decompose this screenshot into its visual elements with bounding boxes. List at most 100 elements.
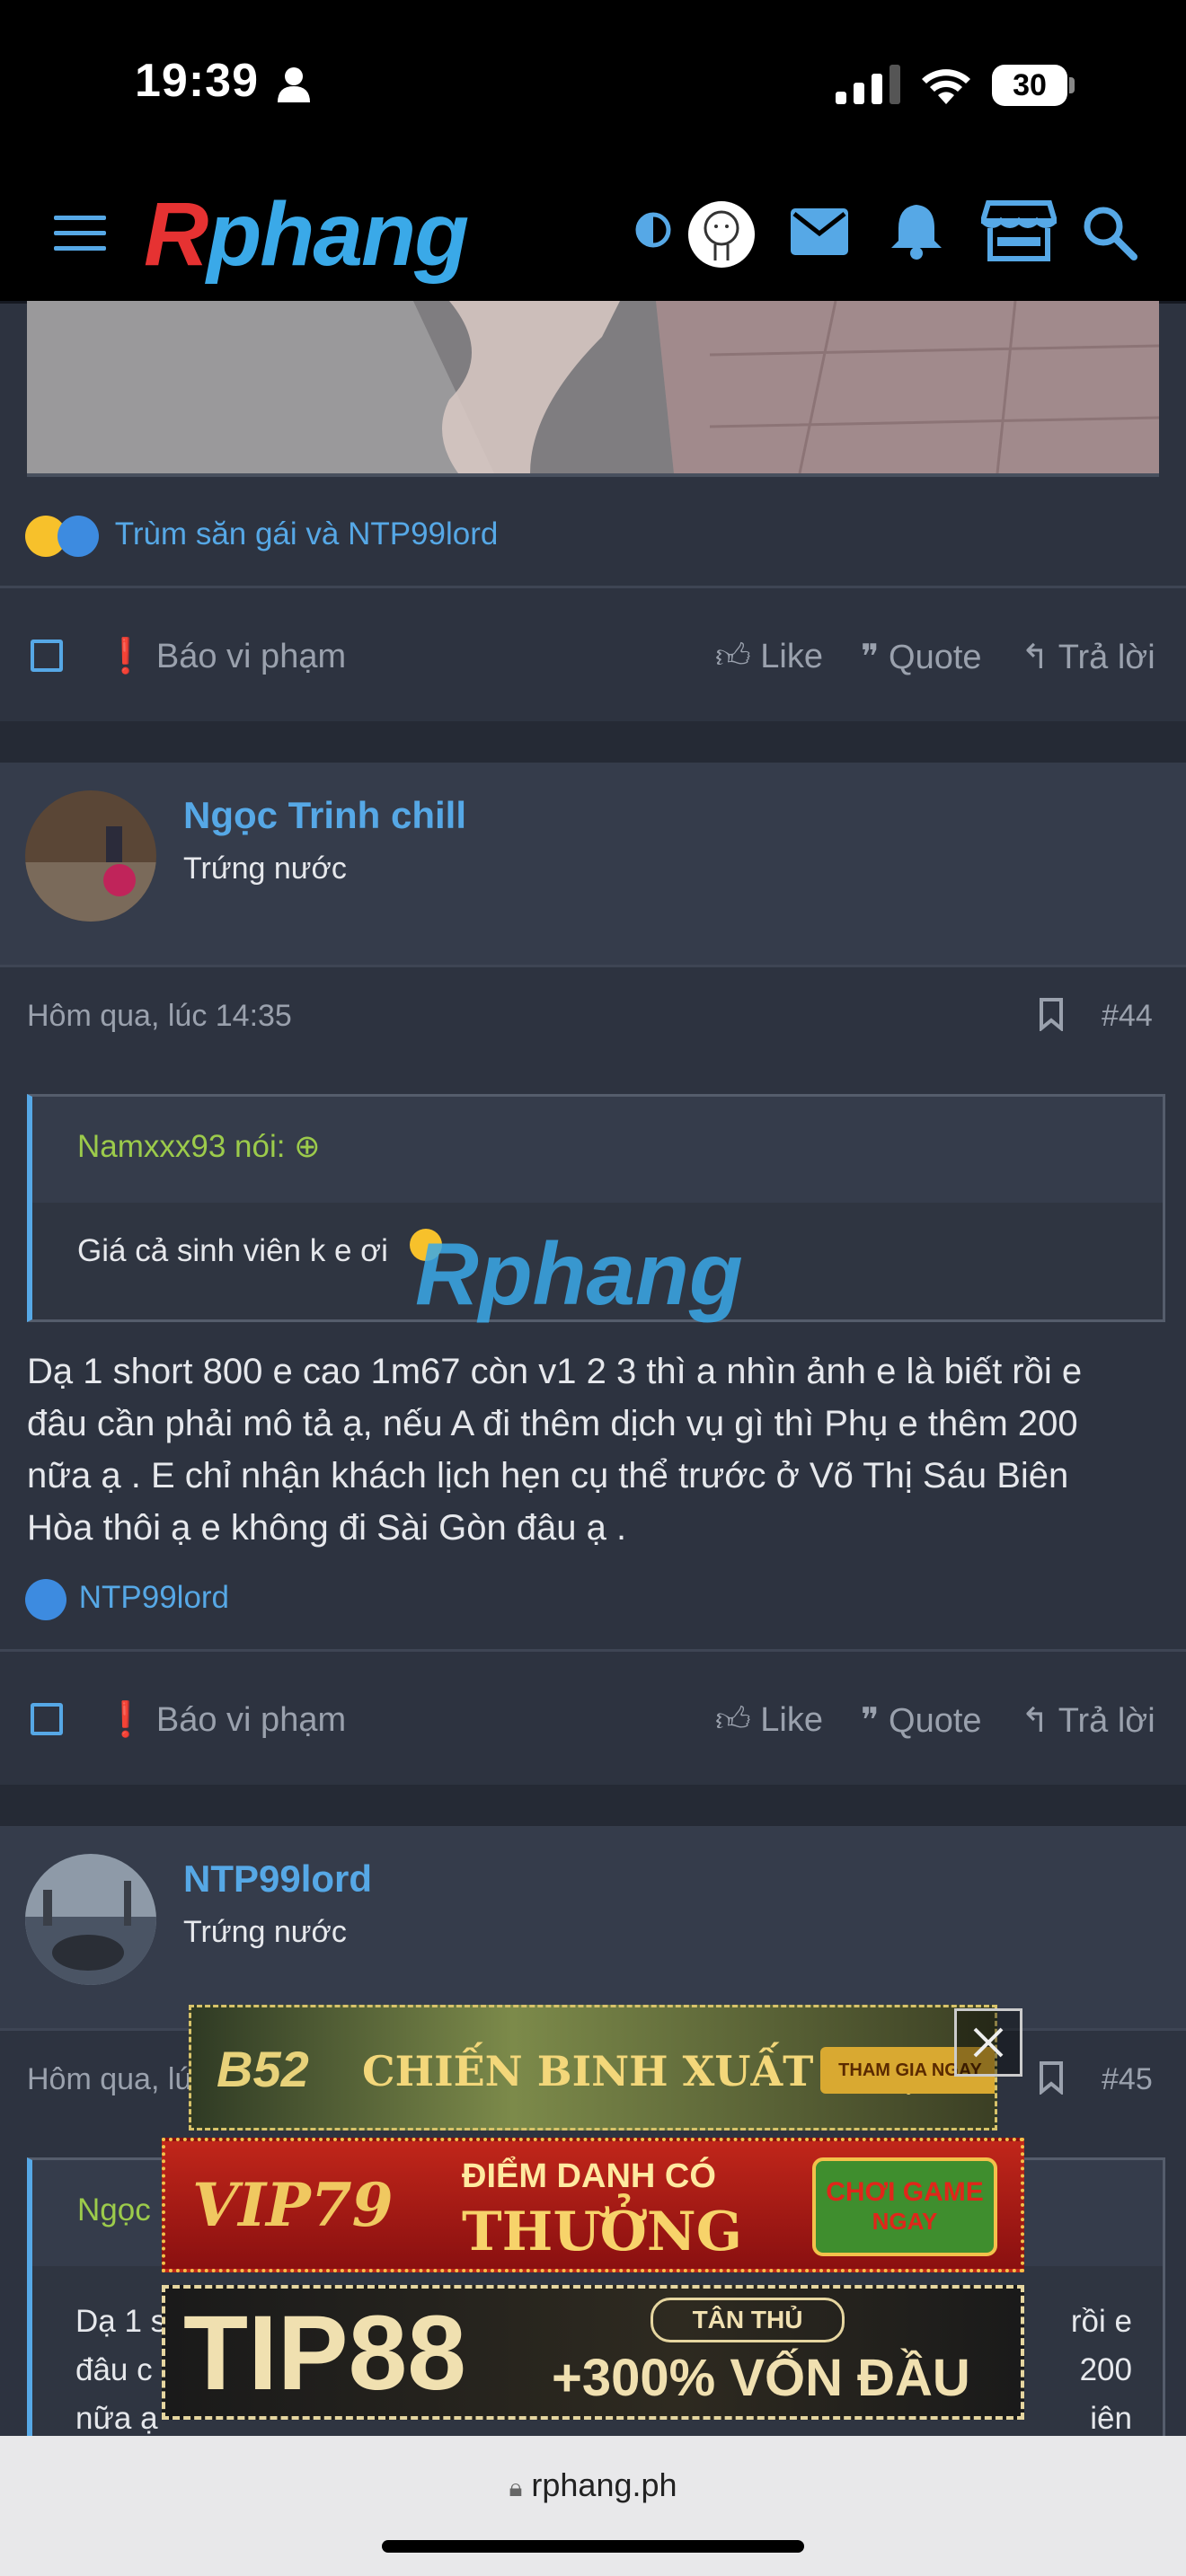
thumbs-up-icon: 👍︎	[715, 638, 751, 675]
person-icon	[278, 67, 310, 102]
username[interactable]: Ngọc Trinh chill	[183, 794, 466, 837]
reactions-bar[interactable]: NTP99lord	[25, 1579, 229, 1620]
watermark: Rphang	[415, 1224, 743, 1323]
quote-button[interactable]: ❞ Quote	[861, 637, 982, 677]
ad-brand: B52	[217, 2041, 309, 2097]
post-line: Dạ 1 short 800 e cao 1m67 còn v1 2 3 thì…	[27, 1352, 1083, 1391]
menu-icon[interactable]	[54, 214, 106, 253]
post-date[interactable]: Hôm qua, lúc 14:35	[27, 999, 292, 1034]
post-number[interactable]: #44	[1102, 999, 1153, 1034]
lock-icon: 🔒︎	[509, 2474, 523, 2501]
quote-button[interactable]: ❞ Quote	[861, 1700, 982, 1741]
browser-address-bar[interactable]	[0, 2436, 1186, 2576]
avatar-face-icon	[704, 210, 739, 260]
photo-placeholder	[27, 301, 1159, 473]
reply-icon: ↰	[1021, 1702, 1049, 1740]
logo-letter: R	[144, 184, 208, 285]
post-line: Hòa thôi ạ e không đi Sài Gòn đâu ạ .	[27, 1508, 627, 1548]
ad-brand: VIP79	[192, 2170, 394, 2240]
reply-label: Trả lời	[1058, 1702, 1155, 1740]
username[interactable]: NTP99lord	[183, 1857, 372, 1901]
url-display[interactable]: 🔒︎ rphang.ph	[0, 2466, 1186, 2504]
bell-icon[interactable]	[890, 201, 943, 260]
thumbs-up-reaction-icon	[58, 516, 99, 557]
store-icon[interactable]	[981, 199, 1057, 262]
ad-brand: TIP88	[183, 2294, 466, 2413]
ad-banner-vip79[interactable]: VIP79 ĐIỂM DANH CÓ THƯỞNG CHƠI GAME NGAY	[162, 2138, 1024, 2272]
cellular-signal-icon	[836, 65, 900, 104]
quote-line: Dạ 1 s	[75, 2304, 167, 2339]
home-indicator[interactable]	[382, 2540, 804, 2553]
ad-offer: +300% VỐN ĐẦU	[552, 2349, 970, 2407]
thumbs-up-icon: 👍︎	[715, 1701, 751, 1739]
post-line: nữa ạ . E chỉ nhận khách lịch hẹn cụ thể…	[27, 1456, 1069, 1495]
quote-line: 200	[1079, 2352, 1132, 2387]
search-icon[interactable]	[1082, 205, 1137, 260]
post-image[interactable]	[27, 301, 1159, 477]
bookmark-icon[interactable]	[1039, 2060, 1064, 2095]
reactions-users[interactable]: NTP99lord	[79, 1580, 229, 1615]
select-checkbox[interactable]	[31, 1703, 63, 1735]
divider	[0, 1649, 1186, 1652]
alert-icon: ❗	[104, 1701, 147, 1739]
user-avatar-post44[interactable]	[25, 790, 156, 922]
bookmark-icon[interactable]	[1039, 997, 1064, 1031]
alert-icon: ❗	[104, 638, 147, 675]
report-button[interactable]: ❗ Báo vi phạm	[104, 1700, 346, 1740]
post-body: Dạ 1 short 800 e cao 1m67 còn v1 2 3 thì…	[27, 1345, 1168, 1554]
quote-author-row[interactable]: Namxxx93 nói: ⊕	[32, 1097, 1163, 1165]
mail-icon[interactable]	[791, 208, 848, 255]
thumbs-up-reaction-icon	[25, 1579, 66, 1620]
report-label: Báo vi phạm	[155, 638, 347, 675]
post-date[interactable]: Hôm qua, lú	[27, 2062, 191, 2097]
ad-cta: CHƠI GAME NGAY	[812, 2157, 997, 2256]
quote-icon: ❞	[861, 639, 880, 676]
close-ads-button[interactable]	[954, 2008, 1022, 2077]
quote-header: Namxxx93 nói: ⊕	[32, 1097, 1163, 1203]
quote-icon: ❞	[861, 1702, 880, 1740]
battery-indicator: 30	[992, 65, 1067, 106]
user-avatar[interactable]	[688, 201, 755, 268]
post-header	[0, 1826, 1186, 2028]
battery-level: 30	[1013, 68, 1047, 102]
battery-tip	[1069, 77, 1075, 93]
user-title: Trứng nước	[183, 851, 347, 886]
like-label: Like	[760, 638, 823, 675]
select-checkbox[interactable]	[31, 640, 63, 672]
quote-label: Quote	[889, 639, 982, 676]
user-avatar-post45[interactable]	[25, 1854, 156, 1985]
post-line: đâu cần phải mô tả ạ, nếu A đi thêm dịch…	[27, 1404, 1078, 1443]
user-title: Trứng nước	[183, 1915, 347, 1949]
ad-cta-line2: NGAY	[872, 2208, 938, 2235]
reply-icon: ↰	[1021, 639, 1049, 676]
jump-up-icon[interactable]: ⊕	[294, 1129, 320, 1164]
post-separator	[0, 721, 1186, 763]
reply-button[interactable]: ↰ Trả lời	[1021, 637, 1155, 677]
reactions-bar[interactable]: Trùm săn gái và NTP99lord	[25, 516, 498, 557]
url-text[interactable]: rphang.ph	[531, 2466, 677, 2503]
like-button[interactable]: 👍︎ Like	[715, 637, 823, 677]
post-number[interactable]: #45	[1102, 2062, 1153, 2097]
quote-text-right: rồi e 200 iên	[1024, 2298, 1132, 2443]
like-label: Like	[760, 1701, 823, 1739]
like-button[interactable]: 👍︎ Like	[715, 1700, 823, 1741]
ad-banner-tip88[interactable]: TIP88 TÂN THỦ +300% VỐN ĐẦU	[162, 2285, 1024, 2420]
site-logo[interactable]: Rphang	[144, 184, 469, 285]
logo-rest: phang	[207, 184, 469, 285]
quote-label: Quote	[889, 1702, 982, 1740]
theme-toggle-icon[interactable]	[634, 211, 672, 249]
avatar-photo	[25, 1854, 156, 1985]
divider	[0, 965, 1186, 967]
reply-button[interactable]: ↰ Trả lời	[1021, 1700, 1155, 1741]
report-button[interactable]: ❗ Báo vi phạm	[104, 637, 346, 676]
reactions-users[interactable]: Trùm săn gái và NTP99lord	[115, 516, 499, 551]
close-icon	[973, 2027, 1004, 2058]
post-header	[0, 763, 1186, 965]
quote-line: rồi e	[1070, 2304, 1132, 2339]
reply-label: Trả lời	[1058, 639, 1155, 676]
quote-author[interactable]: Namxxx93 nói:	[77, 1129, 285, 1164]
status-time: 19:39	[135, 55, 259, 107]
ad-banner-b52[interactable]: B52 CHIẾN BINH XUẤT TRẬN THAM GIA NGAY	[189, 2005, 997, 2130]
report-label: Báo vi phạm	[155, 1701, 347, 1739]
quote-line: đâu c	[75, 2352, 153, 2387]
